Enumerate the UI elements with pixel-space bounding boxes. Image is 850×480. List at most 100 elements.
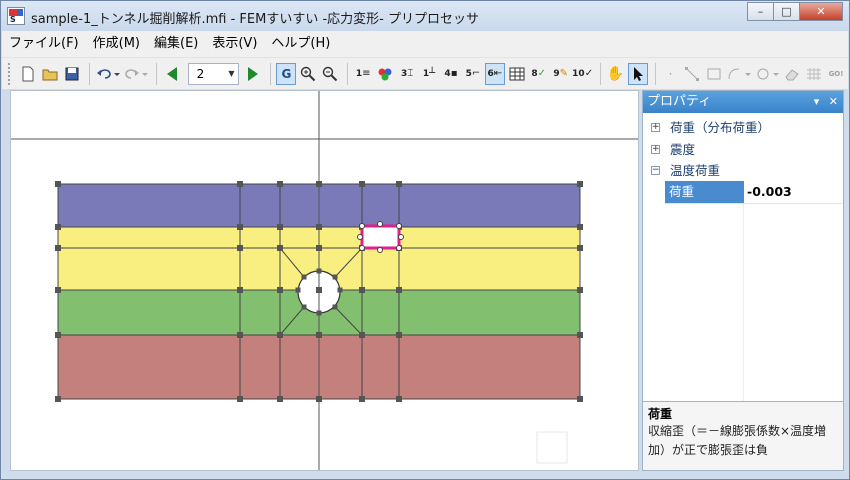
element-8-icon[interactable]: 8 ✓ bbox=[529, 63, 549, 85]
mesh-node[interactable] bbox=[55, 287, 61, 293]
mesh-node[interactable] bbox=[577, 287, 583, 293]
close-button[interactable]: ✕ bbox=[799, 2, 843, 21]
pin-dropdown-icon[interactable]: ▾ bbox=[814, 95, 820, 108]
material-icon[interactable] bbox=[375, 63, 395, 85]
mesh-node[interactable] bbox=[237, 181, 243, 187]
mesh-node[interactable] bbox=[277, 224, 283, 230]
table-grid-icon[interactable] bbox=[507, 63, 527, 85]
mesh-node[interactable] bbox=[577, 224, 583, 230]
mesh-node[interactable] bbox=[577, 396, 583, 402]
page-number-select[interactable]: 2 ▼ bbox=[187, 62, 240, 85]
tunnel-node[interactable] bbox=[316, 268, 322, 274]
mesh-node[interactable] bbox=[237, 396, 243, 402]
tunnel-node[interactable] bbox=[332, 274, 338, 280]
menu-create[interactable]: 作成(M) bbox=[86, 31, 147, 57]
toolbar-grip[interactable] bbox=[8, 62, 12, 85]
next-page-icon[interactable] bbox=[243, 63, 263, 85]
mesh-node[interactable] bbox=[359, 332, 365, 338]
select-arrow-icon[interactable] bbox=[627, 62, 648, 85]
zoom-in-icon[interactable] bbox=[298, 63, 318, 85]
go-icon[interactable]: GO! bbox=[826, 63, 846, 85]
fem-model-drawing[interactable] bbox=[11, 91, 639, 471]
element-4-icon[interactable]: 4 ▪ bbox=[441, 63, 461, 85]
new-file-icon[interactable] bbox=[18, 63, 38, 85]
mesh-node[interactable] bbox=[577, 245, 583, 251]
mesh-node[interactable] bbox=[396, 287, 402, 293]
tunnel-node[interactable] bbox=[301, 304, 307, 310]
mesh-node[interactable] bbox=[277, 245, 283, 251]
rectangle-icon[interactable] bbox=[704, 63, 724, 85]
property-row-load[interactable]: 荷重 -0.003 bbox=[665, 180, 843, 204]
element-6-icon[interactable]: 6 ⇤ bbox=[484, 62, 505, 85]
mesh-node[interactable] bbox=[359, 181, 365, 187]
minimize-button[interactable]: – bbox=[747, 2, 774, 21]
prev-page-icon[interactable] bbox=[162, 63, 182, 85]
eraser-icon[interactable] bbox=[782, 63, 802, 85]
mesh-node[interactable] bbox=[316, 245, 322, 251]
zoom-out-icon[interactable] bbox=[320, 63, 340, 85]
redo-icon[interactable] bbox=[123, 63, 149, 85]
title-bar[interactable]: S sample-1_トンネル掘削解析.mfi - FEMすいすい -応力変形-… bbox=[1, 1, 849, 31]
property-value-field[interactable]: -0.003 bbox=[747, 181, 792, 203]
mesh-node[interactable] bbox=[277, 396, 283, 402]
mesh-node[interactable] bbox=[359, 287, 365, 293]
expand-icon[interactable]: + bbox=[651, 123, 660, 132]
menu-view[interactable]: 表示(V) bbox=[205, 31, 264, 57]
mesh-node[interactable] bbox=[396, 396, 402, 402]
mesh-node[interactable] bbox=[316, 332, 322, 338]
mesh-node[interactable] bbox=[316, 287, 322, 293]
element-5-icon[interactable]: 5 ⌐ bbox=[463, 63, 483, 85]
panel-close-icon[interactable]: ✕ bbox=[829, 95, 838, 108]
mesh-icon[interactable] bbox=[804, 63, 824, 85]
element-9-icon[interactable]: 9 ✎ bbox=[551, 63, 571, 85]
group-distributed-load[interactable]: + 荷重（分布荷重） bbox=[643, 117, 843, 139]
menu-help[interactable]: ヘルプ(H) bbox=[264, 31, 337, 57]
mesh-node[interactable] bbox=[359, 396, 365, 402]
mesh-node[interactable] bbox=[577, 181, 583, 187]
mesh-node[interactable] bbox=[237, 224, 243, 230]
collapse-icon[interactable]: − bbox=[651, 166, 660, 175]
mesh-node[interactable] bbox=[396, 181, 402, 187]
drawing-canvas[interactable] bbox=[10, 90, 639, 471]
tunnel-node[interactable] bbox=[337, 287, 343, 293]
mesh-node[interactable] bbox=[396, 332, 402, 338]
group-temperature-load[interactable]: − 温度荷重 bbox=[643, 160, 843, 182]
hand-pan-icon[interactable]: ✋ bbox=[606, 63, 626, 85]
element-3-icon[interactable]: 3 ⌶ bbox=[397, 63, 417, 85]
expand-icon[interactable]: + bbox=[651, 145, 660, 154]
mesh-node[interactable] bbox=[316, 181, 322, 187]
mesh-node[interactable] bbox=[237, 332, 243, 338]
element-1-icon[interactable]: 1 ┴ bbox=[419, 63, 439, 85]
mesh-node[interactable] bbox=[237, 287, 243, 293]
menu-edit[interactable]: 編集(E) bbox=[147, 31, 205, 57]
mesh-node[interactable] bbox=[277, 287, 283, 293]
element-10-icon[interactable]: 10 ✓ bbox=[572, 63, 593, 85]
tunnel-node[interactable] bbox=[295, 287, 301, 293]
arc-icon[interactable] bbox=[726, 63, 752, 85]
save-icon[interactable] bbox=[62, 63, 82, 85]
undo-icon[interactable] bbox=[95, 63, 121, 85]
chevron-down-icon[interactable]: ▼ bbox=[225, 65, 237, 83]
group-seismic[interactable]: + 震度 bbox=[643, 139, 843, 161]
tunnel-node[interactable] bbox=[301, 274, 307, 280]
point-icon[interactable]: · bbox=[661, 63, 681, 85]
mesh-node[interactable] bbox=[55, 181, 61, 187]
mesh-node[interactable] bbox=[55, 396, 61, 402]
maximize-button[interactable]: □ bbox=[773, 2, 800, 21]
tunnel-node[interactable] bbox=[332, 304, 338, 310]
mesh-node[interactable] bbox=[316, 396, 322, 402]
mesh-node[interactable] bbox=[55, 224, 61, 230]
mesh-node[interactable] bbox=[277, 181, 283, 187]
resize-handle[interactable] bbox=[536, 431, 568, 464]
node-list-icon[interactable]: 1 ≡ bbox=[353, 63, 373, 85]
mesh-node[interactable] bbox=[316, 224, 322, 230]
line-icon[interactable] bbox=[682, 63, 702, 85]
menu-file[interactable]: ファイル(F) bbox=[2, 31, 86, 57]
selected-element[interactable] bbox=[357, 221, 404, 253]
mesh-node[interactable] bbox=[55, 332, 61, 338]
grid-snap-icon[interactable]: G bbox=[276, 62, 297, 85]
mesh-node[interactable] bbox=[577, 332, 583, 338]
circle-icon[interactable] bbox=[754, 63, 780, 85]
mesh-node[interactable] bbox=[55, 245, 61, 251]
tunnel-node[interactable] bbox=[316, 310, 322, 316]
